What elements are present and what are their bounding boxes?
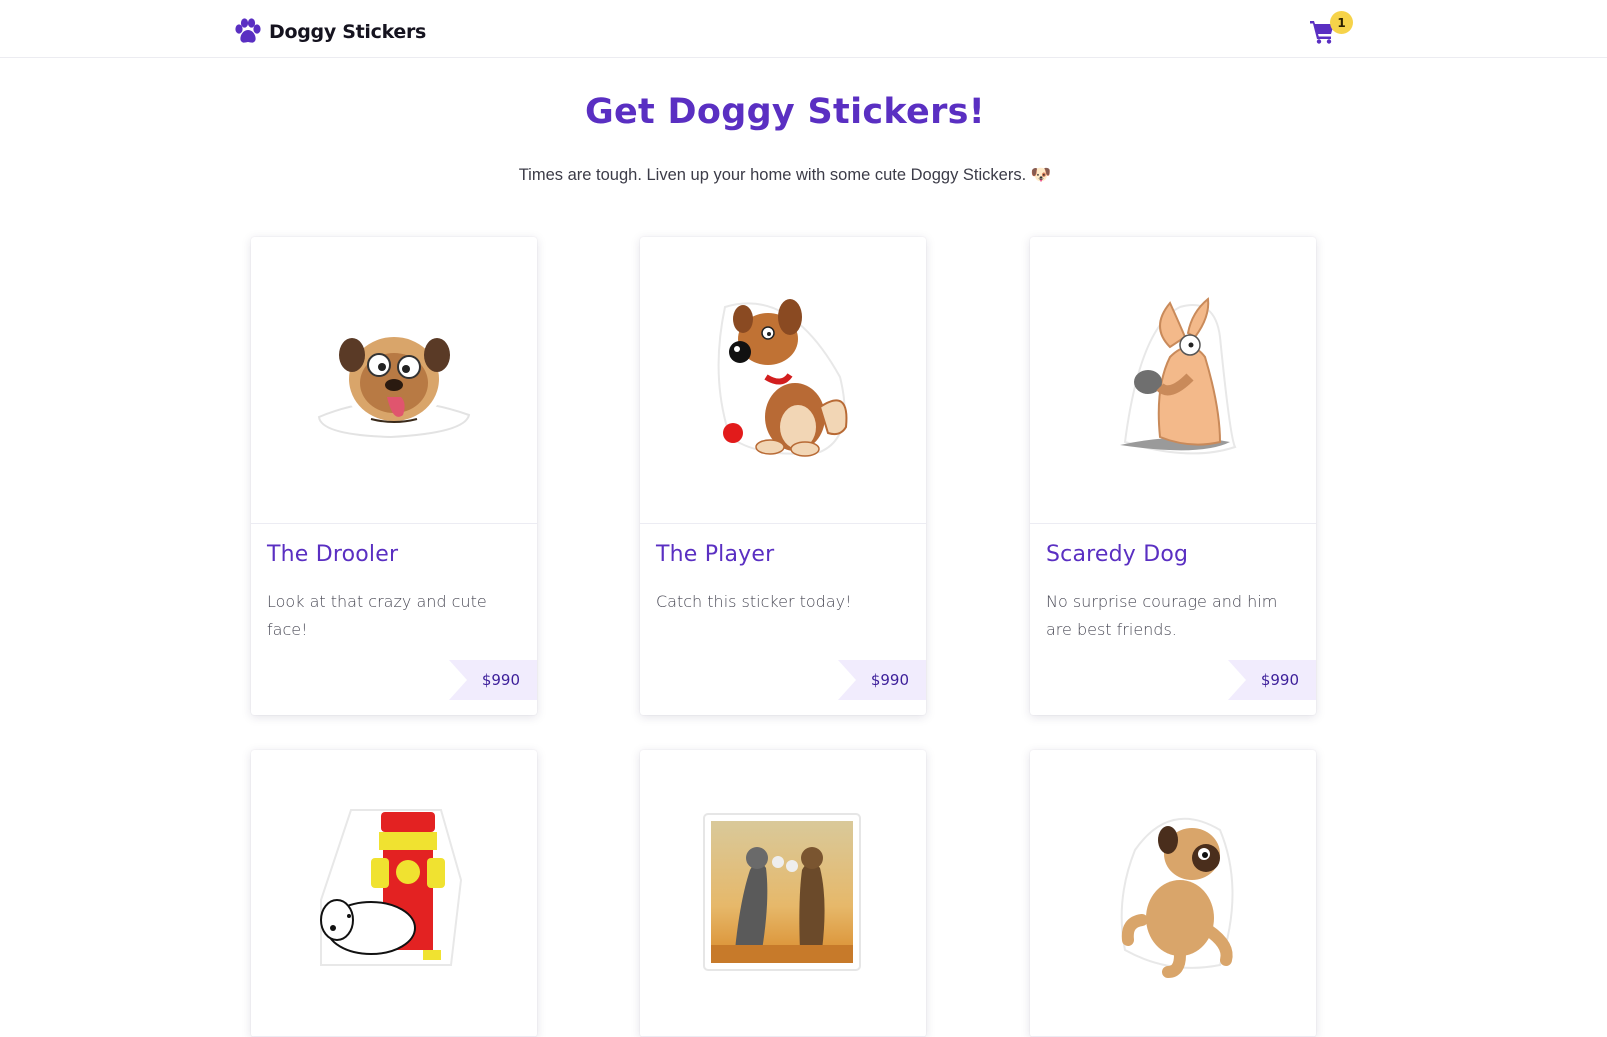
product-image[interactable] (251, 237, 537, 524)
product-image[interactable] (640, 750, 926, 1037)
product-card[interactable]: The Player Catch this sticker today! $99… (640, 237, 926, 715)
dog-fire-hydrant-sticker-icon (320, 809, 463, 966)
product-card[interactable] (1030, 750, 1316, 1037)
price-tag: $990 (838, 660, 926, 700)
pug-drooling-sticker-icon (317, 327, 471, 439)
dancing-pug-sticker-icon (1120, 817, 1234, 978)
price-tag: $990 (449, 660, 537, 700)
price-tag: $990 (1228, 660, 1316, 700)
brand-link[interactable]: Doggy Stickers (233, 18, 426, 46)
product-image[interactable] (1030, 237, 1316, 524)
product-title[interactable]: The Drooler (267, 542, 398, 567)
product-card-body: The Drooler Look at that crazy and cute … (251, 524, 537, 715)
brand-name: Doggy Stickers (269, 21, 427, 43)
product-image[interactable] (1030, 750, 1316, 1037)
cart-button[interactable]: 1 (1310, 11, 1353, 48)
product-card[interactable] (251, 750, 537, 1037)
product-image[interactable] (640, 237, 926, 524)
top-navbar: Doggy Stickers 1 (0, 0, 1607, 58)
product-card[interactable]: The Drooler Look at that crazy and cute … (251, 237, 537, 715)
product-card[interactable]: Scaredy Dog No surprise courage and him … (1030, 237, 1316, 715)
product-image[interactable] (251, 750, 537, 1037)
paw-icon (235, 18, 261, 43)
puppy-with-ball-sticker-icon (717, 299, 848, 457)
page-title: Get Doggy Stickers! (584, 92, 986, 132)
product-description: Catch this sticker today! (656, 592, 852, 611)
product-card[interactable] (640, 750, 926, 1037)
product-title[interactable]: Scaredy Dog (1046, 542, 1188, 567)
page-subtitle: Times are tough. Liven up your home with… (518, 166, 1052, 184)
cart-count-badge: 1 (1330, 11, 1353, 34)
product-card-body: The Player Catch this sticker today! $99… (640, 524, 926, 715)
boxing-dogs-sticker-icon (703, 813, 861, 971)
product-description: Look at that crazy and cute face! (267, 592, 487, 639)
product-title[interactable]: The Player (656, 542, 774, 567)
product-card-body: Scaredy Dog No surprise courage and him … (1030, 524, 1316, 715)
product-description: No surprise courage and him are best fri… (1046, 592, 1278, 639)
scared-dog-sticker-icon (1120, 297, 1237, 455)
